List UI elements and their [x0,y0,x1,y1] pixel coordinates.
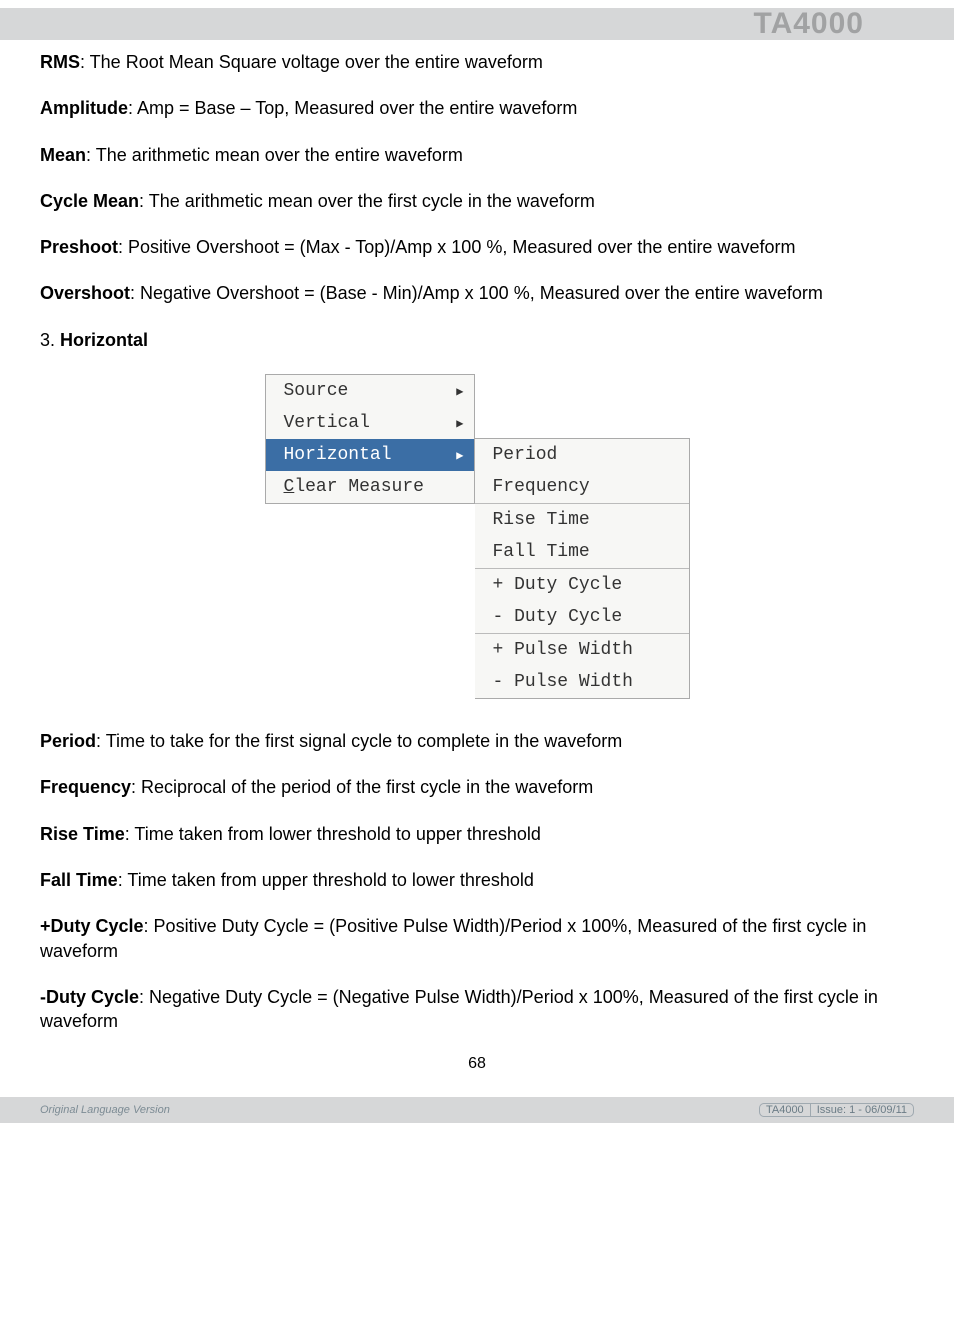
text-amplitude: : Amp = Base – Top, Measured over the en… [128,98,577,118]
menu-label-vertical: Vertical [284,413,370,433]
menu-wrap: Source ▶ Vertical ▶ Horizontal ▶ Clear M… [265,374,690,699]
menu-right: Period Frequency Rise Time Fall Time + D… [475,438,690,699]
section-heading: 3. Horizontal [40,328,914,352]
def-pos-duty: +Duty Cycle: Positive Duty Cycle = (Posi… [40,914,914,963]
term-cycle-mean: Cycle Mean [40,191,139,211]
menu-item-clear-measure[interactable]: Clear Measure [266,471,474,503]
footer-right: TA4000 Issue: 1 - 06/09/11 [759,1103,914,1117]
page-number: 68 [40,1055,914,1073]
menu-left: Source ▶ Vertical ▶ Horizontal ▶ Clear M… [265,374,475,504]
menu-label-horizontal: Horizontal [284,445,392,465]
text-period: : Time to take for the first signal cycl… [96,731,622,751]
menu-item-source[interactable]: Source ▶ [266,375,474,407]
term-nduty: -Duty Cycle [40,987,139,1007]
submenu-label: - Pulse Width [493,672,633,692]
term-period: Period [40,731,96,751]
menu-item-horizontal[interactable]: Horizontal ▶ [266,439,474,471]
text-overshoot: : Negative Overshoot = (Base - Min)/Amp … [130,283,823,303]
def-overshoot: Overshoot: Negative Overshoot = (Base - … [40,281,914,305]
footer-model: TA4000 [759,1103,811,1117]
text-mean: : The arithmetic mean over the entire wa… [86,145,463,165]
submenu-label: + Duty Cycle [493,575,623,595]
def-mean: Mean: The arithmetic mean over the entir… [40,143,914,167]
submenu-label: Frequency [493,477,590,497]
section-title: Horizontal [60,330,148,350]
text-frequency: : Reciprocal of the period of the first … [131,777,593,797]
term-rms: RMS [40,52,80,72]
def-rms: RMS: The Root Mean Square voltage over t… [40,50,914,74]
term-frequency: Frequency [40,777,131,797]
menu-label-source: Source [284,381,349,401]
header-bar: TA4000 [0,0,954,40]
text-cycle-mean: : The arithmetic mean over the first cyc… [139,191,595,211]
def-frequency: Frequency: Reciprocal of the period of t… [40,775,914,799]
submenu-label: + Pulse Width [493,640,633,660]
submenu-label: Period [493,445,558,465]
submenu-group-4: + Pulse Width - Pulse Width [475,633,689,698]
submenu-group-3: + Duty Cycle - Duty Cycle [475,568,689,633]
submenu-label: - Duty Cycle [493,607,623,627]
submenu-item-rise-time[interactable]: Rise Time [475,504,689,536]
term-overshoot: Overshoot [40,283,130,303]
term-amplitude: Amplitude [40,98,128,118]
arrow-right-icon: ▶ [456,416,463,431]
text-nduty: : Negative Duty Cycle = (Negative Pulse … [40,987,878,1031]
submenu-group-2: Rise Time Fall Time [475,503,689,568]
submenu-group-1: Period Frequency [475,439,689,503]
submenu-label: Rise Time [493,510,590,530]
menu-item-vertical[interactable]: Vertical ▶ [266,407,474,439]
def-period: Period: Time to take for the first signa… [40,729,914,753]
text-fall: : Time taken from upper threshold to low… [118,870,534,890]
submenu-item-period[interactable]: Period [475,439,689,471]
term-fall: Fall Time [40,870,118,890]
term-rise: Rise Time [40,824,125,844]
footer-bar: Original Language Version TA4000 Issue: … [0,1097,954,1123]
submenu-item-neg-duty[interactable]: - Duty Cycle [475,601,689,633]
def-cycle-mean: Cycle Mean: The arithmetic mean over the… [40,189,914,213]
header-title: TA4000 [753,7,864,41]
text-rise: : Time taken from lower threshold to upp… [125,824,541,844]
footer-left-text: Original Language Version [40,1104,170,1116]
submenu-item-fall-time[interactable]: Fall Time [475,536,689,568]
menu-screenshot: Source ▶ Vertical ▶ Horizontal ▶ Clear M… [40,374,914,699]
menu-label-clear: Clear Measure [284,477,424,497]
submenu-item-pos-pulse[interactable]: + Pulse Width [475,634,689,666]
submenu-label: Fall Time [493,542,590,562]
section-num: 3. [40,330,60,350]
submenu-item-neg-pulse[interactable]: - Pulse Width [475,666,689,698]
arrow-right-icon: ▶ [456,384,463,399]
term-pduty: +Duty Cycle [40,916,144,936]
page-content: RMS: The Root Mean Square voltage over t… [0,40,954,1093]
footer-issue: Issue: 1 - 06/09/11 [810,1103,914,1117]
def-amplitude: Amplitude: Amp = Base – Top, Measured ov… [40,96,914,120]
def-fall-time: Fall Time: Time taken from upper thresho… [40,868,914,892]
text-pduty: : Positive Duty Cycle = (Positive Pulse … [40,916,866,960]
text-preshoot: : Positive Overshoot = (Max - Top)/Amp x… [118,237,795,257]
term-mean: Mean [40,145,86,165]
def-preshoot: Preshoot: Positive Overshoot = (Max - To… [40,235,914,259]
text-rms: : The Root Mean Square voltage over the … [80,52,543,72]
arrow-right-icon: ▶ [456,448,463,463]
submenu-item-pos-duty[interactable]: + Duty Cycle [475,569,689,601]
def-neg-duty: -Duty Cycle: Negative Duty Cycle = (Nega… [40,985,914,1034]
term-preshoot: Preshoot [40,237,118,257]
def-rise-time: Rise Time: Time taken from lower thresho… [40,822,914,846]
submenu-item-frequency[interactable]: Frequency [475,471,689,503]
